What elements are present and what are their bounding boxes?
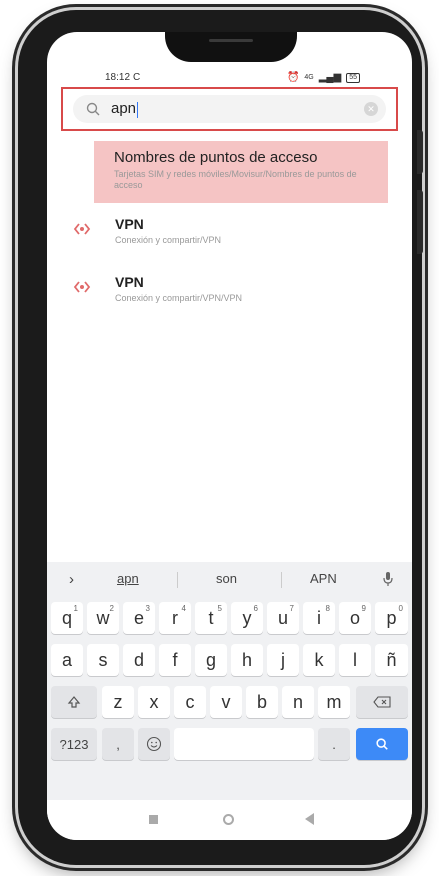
key-b[interactable]: b <box>246 686 278 718</box>
status-icons: ⏰ 4G ▂▄▆ 55 <box>287 72 360 83</box>
key-m[interactable]: m <box>318 686 350 718</box>
result-subtitle: Conexión y compartir/VPN/VPN <box>115 293 243 303</box>
emoji-key[interactable] <box>138 728 170 760</box>
result-item-vpn-2[interactable]: VPN Conexión y compartir/VPN/VPN <box>47 272 412 312</box>
camera-notch <box>165 32 297 62</box>
key-h[interactable]: h <box>231 644 263 676</box>
suggestion-bar: › apn son APN <box>47 562 412 596</box>
status-bar: 18:12 C ⏰ 4G ▂▄▆ 55 <box>47 72 412 88</box>
key-n-tilde[interactable]: ñ <box>375 644 408 676</box>
key-r[interactable]: r4 <box>159 602 191 634</box>
result-item-vpn[interactable]: VPN Conexión y compartir/VPN <box>47 214 412 254</box>
suggestion-apn[interactable]: apn <box>117 571 139 586</box>
key-s[interactable]: s <box>87 644 119 676</box>
volume-button <box>417 130 423 174</box>
search-field[interactable]: apn ✕ <box>73 95 386 123</box>
backspace-icon <box>373 696 391 708</box>
result-item-apn[interactable]: Nombres de puntos de acceso Tarjetas SIM… <box>94 141 388 203</box>
home-icon[interactable] <box>223 814 234 825</box>
key-y[interactable]: y6 <box>231 602 263 634</box>
search-key[interactable] <box>356 728 408 760</box>
network-label: 4G <box>304 74 314 81</box>
search-input[interactable]: apn <box>111 100 364 118</box>
key-a[interactable]: a <box>51 644 83 676</box>
key-row-1: q1 w2 e3 r4 t5 y6 u7 i8 o9 p0 <box>47 602 412 638</box>
key-o[interactable]: o9 <box>339 602 371 634</box>
emoji-icon <box>146 736 162 752</box>
key-e[interactable]: e3 <box>123 602 155 634</box>
key-d[interactable]: d <box>123 644 155 676</box>
key-x[interactable]: x <box>138 686 170 718</box>
key-z[interactable]: z <box>102 686 134 718</box>
key-g[interactable]: g <box>195 644 227 676</box>
signal-icon: ▂▄▆ <box>318 72 342 83</box>
suggestion-APN[interactable]: APN <box>310 571 337 586</box>
key-w[interactable]: w2 <box>87 602 119 634</box>
search-icon <box>86 102 100 116</box>
key-row-2: a s d f g h j k l ñ <box>47 644 412 680</box>
search-icon <box>376 738 388 750</box>
result-title: VPN <box>115 216 144 232</box>
battery-icon: 55 <box>346 72 360 83</box>
key-q[interactable]: q1 <box>51 602 83 634</box>
key-l[interactable]: l <box>339 644 371 676</box>
screen: 18:12 C ⏰ 4G ▂▄▆ 55 apn ✕ Nombres de pun… <box>47 32 412 840</box>
search-box[interactable]: apn ✕ <box>61 87 398 131</box>
shift-key[interactable] <box>51 686 97 718</box>
microphone-icon[interactable] <box>383 571 393 587</box>
key-i[interactable]: i8 <box>303 602 335 634</box>
result-subtitle: Tarjetas SIM y redes móviles/Movisur/Nom… <box>114 169 357 190</box>
suggestion-son[interactable]: son <box>216 571 237 586</box>
clear-icon[interactable]: ✕ <box>364 102 378 116</box>
key-j[interactable]: j <box>267 644 299 676</box>
period-key[interactable]: . <box>318 728 350 760</box>
vpn-icon <box>73 281 91 293</box>
keyboard: › apn son APN q1 w2 e3 r4 t5 y6 u7 i8 o9… <box>47 562 412 800</box>
key-row-3: z x c v b n m <box>47 686 412 722</box>
navigation-bar <box>47 802 412 840</box>
comma-key[interactable]: , <box>102 728 134 760</box>
power-button <box>417 190 423 254</box>
key-v[interactable]: v <box>210 686 242 718</box>
key-f[interactable]: f <box>159 644 191 676</box>
key-p[interactable]: p0 <box>375 602 408 634</box>
key-k[interactable]: k <box>303 644 335 676</box>
result-subtitle: Conexión y compartir/VPN <box>115 235 222 245</box>
key-row-4: ?123 , . <box>47 728 412 764</box>
shift-arrow-icon <box>67 696 81 708</box>
result-title: VPN <box>115 274 144 290</box>
result-title: Nombres de puntos de acceso <box>114 149 318 166</box>
backspace-key[interactable] <box>356 686 408 718</box>
key-u[interactable]: u7 <box>267 602 299 634</box>
space-key[interactable] <box>174 728 314 760</box>
symbols-key[interactable]: ?123 <box>51 728 97 760</box>
key-n[interactable]: n <box>282 686 314 718</box>
key-c[interactable]: c <box>174 686 206 718</box>
back-icon[interactable] <box>305 813 314 825</box>
key-t[interactable]: t5 <box>195 602 227 634</box>
status-time: 18:12 C <box>105 72 141 83</box>
recent-apps-icon[interactable] <box>149 815 158 824</box>
vpn-icon <box>73 223 91 235</box>
expand-suggestions-icon[interactable]: › <box>69 571 74 588</box>
alarm-icon: ⏰ <box>286 72 300 83</box>
